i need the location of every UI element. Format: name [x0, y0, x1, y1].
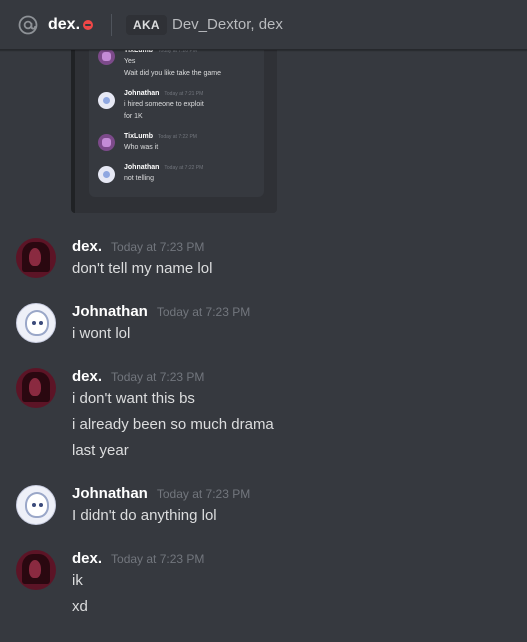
attachment-line: Wait did you like take the game — [124, 70, 222, 77]
message-author[interactable]: Johnathan Today at 7:23 PM — [72, 484, 250, 504]
image-attachment[interactable]: TixLumb Today at 7:20 PM Yes Wait did you… — [71, 44, 277, 213]
message-author[interactable]: dex. Today at 7:23 PM — [72, 367, 204, 387]
message-author[interactable]: dex. Today at 7:23 PM — [72, 549, 204, 569]
message-author[interactable]: Johnathan Today at 7:23 PM — [72, 302, 250, 322]
avatar[interactable] — [16, 368, 56, 408]
header-divider — [111, 14, 112, 36]
avatar[interactable] — [16, 485, 56, 525]
attachment-author: Johnathan Today at 7:22 PM — [124, 164, 204, 171]
message-text: I didn't do anything lol — [72, 507, 217, 524]
message-timestamp: Today at 7:23 PM — [111, 370, 205, 384]
avatar[interactable] — [16, 238, 56, 278]
message-text: i wont lol — [72, 325, 131, 342]
message-text: xd — [72, 598, 88, 615]
avatar — [98, 166, 115, 183]
message-text: i already been so much drama — [72, 416, 274, 433]
attachment-screenshot: TixLumb Today at 7:20 PM Yes Wait did you… — [89, 44, 264, 197]
avatar[interactable] — [16, 303, 56, 343]
attachment-line: i hired someone to exploit — [124, 101, 204, 108]
message-text: don't tell my name lol — [72, 260, 213, 277]
message-text: last year — [72, 442, 129, 459]
attachment-author: TixLumb Today at 7:22 PM — [124, 133, 197, 140]
dnd-status-icon — [83, 20, 93, 30]
avatar[interactable] — [16, 550, 56, 590]
channel-header: dex. AKA Dev_Dextor, dex — [0, 0, 527, 50]
message-text: ik — [72, 572, 83, 589]
attachment-line: for 1K — [124, 113, 143, 120]
message-text: i don't want this bs — [72, 390, 195, 407]
aka-names: Dev_Dextor, dex — [172, 16, 283, 33]
avatar — [98, 48, 115, 65]
aka-badge[interactable]: AKA — [126, 15, 167, 35]
message-timestamp: Today at 7:23 PM — [111, 552, 205, 566]
attachment-line: not telling — [124, 175, 154, 182]
message-timestamp: Today at 7:23 PM — [111, 240, 205, 254]
at-icon — [18, 15, 38, 35]
attachment-author: Johnathan Today at 7:21 PM — [124, 90, 204, 97]
message-timestamp: Today at 7:23 PM — [156, 487, 251, 501]
message-timestamp: Today at 7:23 PM — [156, 305, 251, 319]
dm-username[interactable]: dex. — [48, 15, 80, 35]
attachment-line: Yes — [124, 58, 136, 65]
attachment-timestamp: Today at 7:22 PM — [158, 134, 197, 140]
message-author[interactable]: dex. Today at 7:23 PM — [72, 237, 204, 257]
avatar — [98, 92, 115, 109]
avatar — [98, 134, 115, 151]
attachment-timestamp: Today at 7:22 PM — [164, 165, 204, 171]
attachment-timestamp: Today at 7:21 PM — [164, 91, 204, 97]
attachment-line: Who was it — [124, 144, 159, 151]
